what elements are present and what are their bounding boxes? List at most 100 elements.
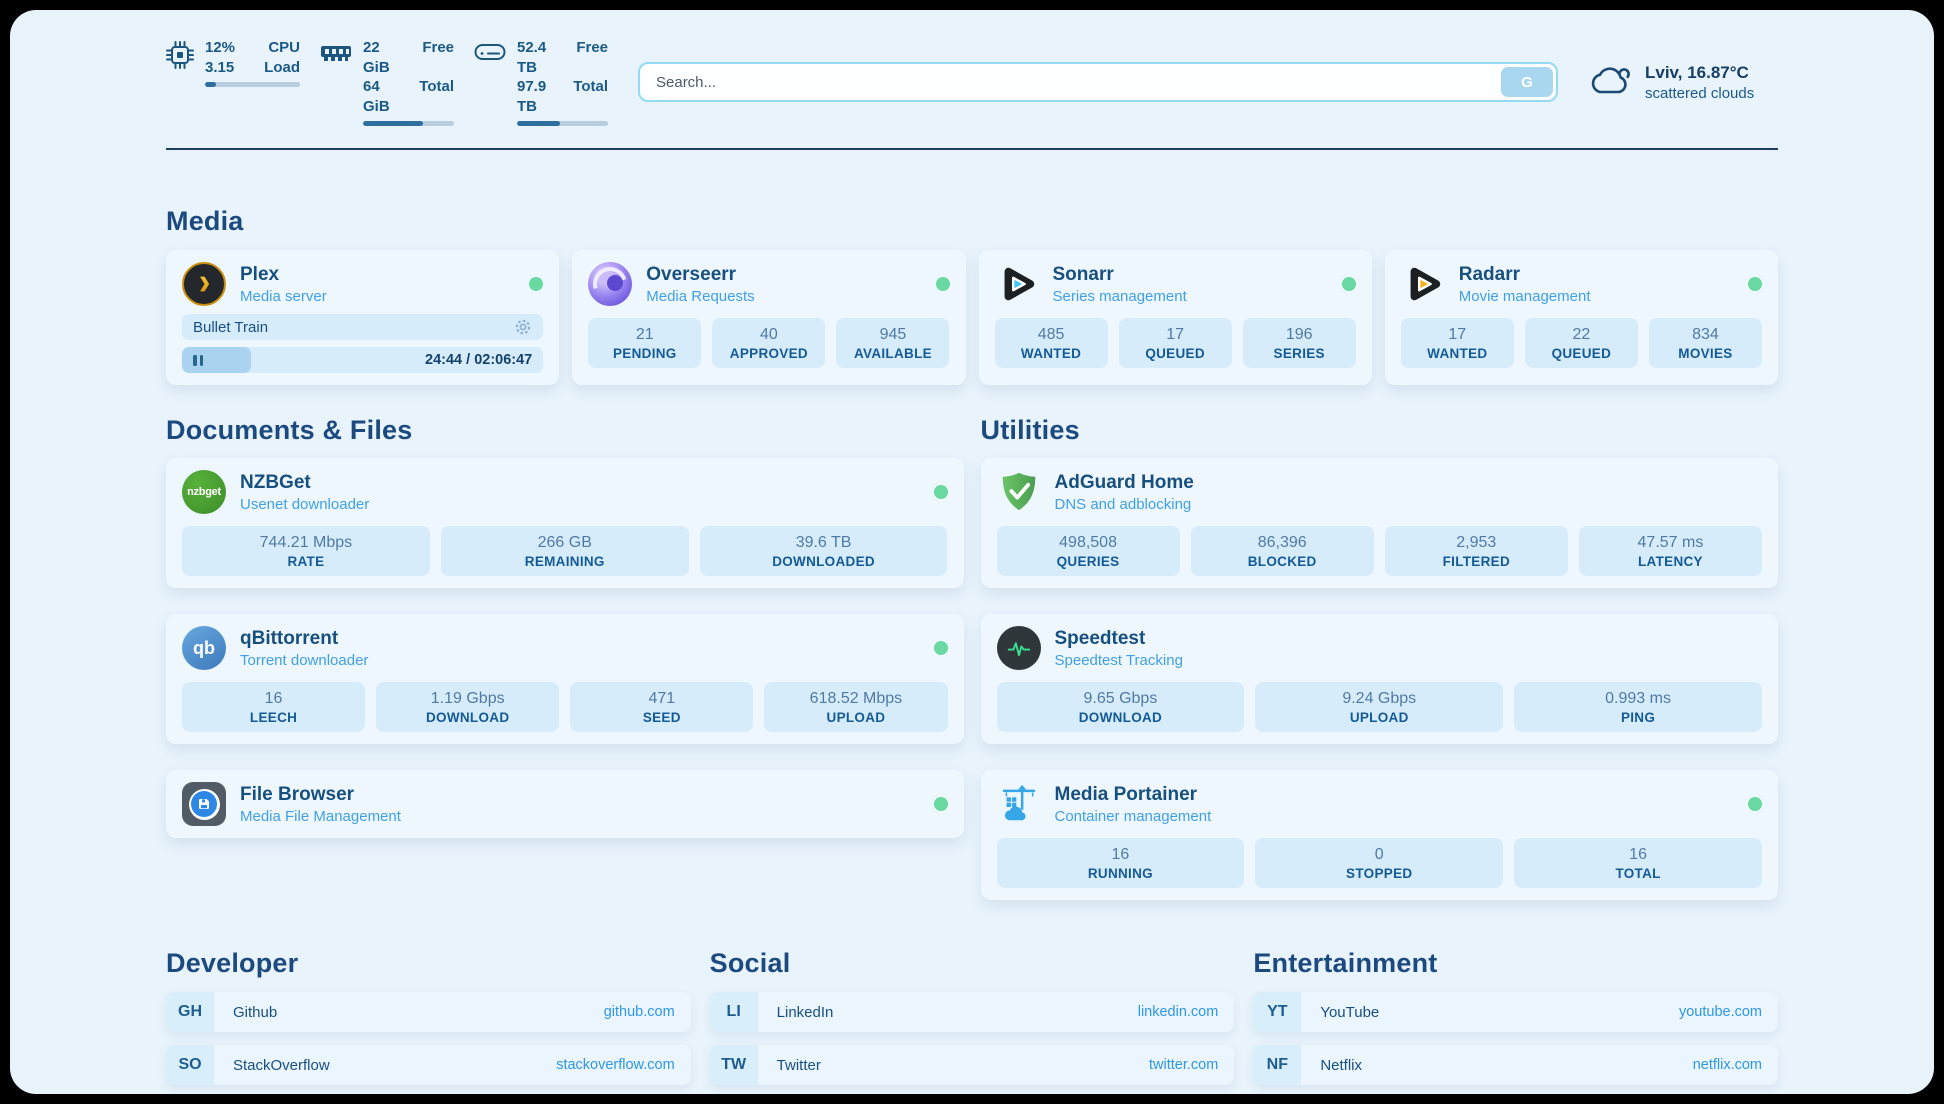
app-card-plex[interactable]: Plex Media server Bullet Train [166,250,559,385]
ram-icon [320,41,352,65]
section-title-developer: Developer [166,948,691,979]
ram-progress-fill [363,121,423,126]
app-subtitle: Torrent downloader [240,652,368,669]
stat-pill: 40 APPROVED [712,318,825,368]
stat-pill: 498,508 QUERIES [997,526,1180,576]
stat-pill: 2,953 FILTERED [1385,526,1568,576]
stat-pill: 16 RUNNING [997,838,1245,888]
status-dot-online [934,641,948,655]
disk-widget: 52.4 TB Free 97.9 TB Total [474,38,608,126]
weather-widget[interactable]: Lviv, 16.87°C scattered clouds [1588,63,1778,102]
dashboard-content: 12% CPU 3.15 Load [166,38,1778,1094]
section-social: Social LI LinkedIn linkedin.com TW Twitt… [710,948,1235,1085]
app-card-overseerr[interactable]: Overseerr Media Requests 21 PENDING 40 A… [572,250,965,385]
stat-pill: 16 TOTAL [1514,838,1762,888]
stat-pill: 471 SEED [570,682,753,732]
section-utilities: Utilities AdGuard Home [981,415,1779,900]
filebrowser-icon [182,782,226,826]
app-title: Plex [240,264,327,286]
app-title: Sonarr [1053,264,1187,286]
topbar: 12% CPU 3.15 Load [166,38,1778,126]
app-subtitle: Container management [1055,808,1212,825]
app-title: File Browser [240,784,401,806]
bookmark-netflix[interactable]: NF Netflix netflix.com [1253,1045,1778,1085]
app-title: Speedtest [1055,628,1183,650]
weather-condition: scattered clouds [1645,85,1754,102]
stat-pill: 22 QUEUED [1525,318,1638,368]
radarr-icon [1401,262,1445,306]
search-box: G [638,62,1558,102]
media-cards: Plex Media server Bullet Train [166,250,1778,385]
status-dot-online [1342,277,1356,291]
header-divider [166,148,1778,150]
app-title: Radarr [1459,264,1591,286]
section-developer: Developer GH Github github.com SO StackO… [166,948,691,1094]
app-title: AdGuard Home [1055,472,1194,494]
ram-total-label: Total [419,77,454,116]
status-dot-online [936,277,950,291]
app-subtitle: Speedtest Tracking [1055,652,1183,669]
disk-icon [474,41,506,63]
plex-icon [182,262,226,306]
app-title: qBittorrent [240,628,368,650]
stat-pill: 266 GB REMAINING [441,526,689,576]
bookmark-twitter[interactable]: TW Twitter twitter.com [710,1045,1235,1085]
app-subtitle: Media Requests [646,288,754,305]
sonarr-icon [995,262,1039,306]
app-card-speedtest[interactable]: Speedtest Speedtest Tracking 9.65 Gbps D… [981,614,1779,744]
settings-icon[interactable] [514,318,532,336]
app-title: NZBGet [240,472,369,494]
app-subtitle: Series management [1053,288,1187,305]
app-card-qbittorrent[interactable]: qb qBittorrent Torrent downloader 16 LEE… [166,614,964,744]
screen: 12% CPU 3.15 Load [0,0,1944,1104]
weather-location-temp: Lviv, 16.87°C [1645,63,1754,83]
bookmark-github[interactable]: GH Github github.com [166,992,691,1032]
pause-icon [193,355,197,366]
cpu-widget: 12% CPU 3.15 Load [166,38,300,126]
status-dot-online [1748,797,1762,811]
status-dot-online [934,797,948,811]
stat-pill: 16 LEECH [182,682,365,732]
stat-pill: 47.57 ms LATENCY [1579,526,1762,576]
stat-pill: 834 MOVIES [1649,318,1762,368]
bookmark-stackoverflow[interactable]: SO StackOverflow stackoverflow.com [166,1045,691,1085]
app-subtitle: Media server [240,288,327,305]
plex-playback-time: 24:44 / 02:06:47 [425,347,532,373]
section-title-entertainment: Entertainment [1253,948,1778,979]
speedtest-icon [997,626,1041,670]
ram-free-value: 22 GiB [363,38,409,77]
status-dot-online [529,277,543,291]
app-card-filebrowser[interactable]: File Browser Media File Management [166,770,964,838]
stat-pill: 9.65 Gbps DOWNLOAD [997,682,1245,732]
status-dot-online [1748,277,1762,291]
cpu-progress-track [205,82,300,87]
bookmark-youtube[interactable]: YT YouTube youtube.com [1253,992,1778,1032]
stat-pill: 9.24 Gbps UPLOAD [1255,682,1503,732]
disk-total-value: 97.9 TB [517,77,563,116]
plex-progress-bar[interactable]: 24:44 / 02:06:47 [182,347,543,373]
stat-pill: 17 QUEUED [1119,318,1232,368]
overseerr-icon [588,262,632,306]
stat-pill: 618.52 Mbps UPLOAD [764,682,947,732]
ram-free-label: Free [419,38,454,77]
cpu-load-label: Load [245,58,300,78]
status-dot-online [934,485,948,499]
disk-progress-track [517,121,608,126]
stat-pill: 485 WANTED [995,318,1108,368]
ram-progress-track [363,121,454,126]
search-input[interactable] [638,62,1558,102]
bookmark-linkedin[interactable]: LI LinkedIn linkedin.com [710,992,1235,1032]
app-subtitle: Usenet downloader [240,496,369,513]
section-documents: Documents & Files nzbget NZBGet Usenet d… [166,415,964,838]
stat-pill: 86,396 BLOCKED [1191,526,1374,576]
app-card-sonarr[interactable]: Sonarr Series management 485 WANTED 17 Q… [979,250,1372,385]
section-entertainment: Entertainment YT YouTube youtube.com NF … [1253,948,1778,1094]
app-card-portainer[interactable]: Media Portainer Container management 16 … [981,770,1779,900]
app-title: Media Portainer [1055,784,1212,806]
app-card-radarr[interactable]: Radarr Movie management 17 WANTED 22 QUE… [1385,250,1778,385]
app-card-nzbget[interactable]: nzbget NZBGet Usenet downloader 744.21 M… [166,458,964,588]
app-card-adguard[interactable]: AdGuard Home DNS and adblocking 498,508 … [981,458,1779,588]
search-provider-button[interactable]: G [1501,67,1553,97]
stat-pill: 196 SERIES [1243,318,1356,368]
app-subtitle: DNS and adblocking [1055,496,1194,513]
